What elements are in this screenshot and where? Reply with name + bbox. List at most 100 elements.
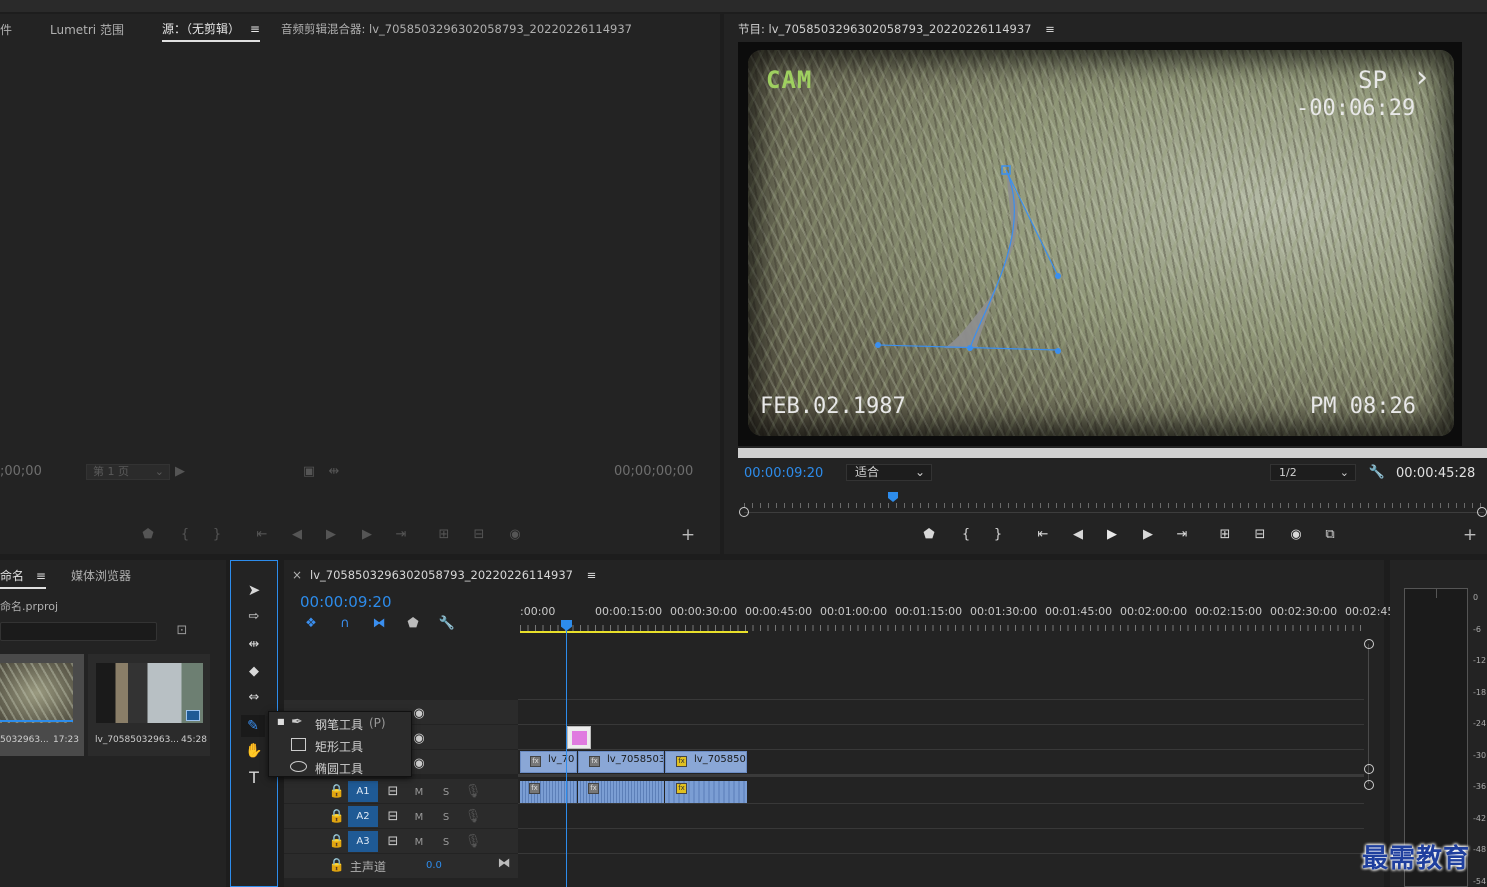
vscroll-handle-bottom[interactable] [1364, 764, 1374, 774]
camera-icon[interactable]: ◉ [506, 528, 524, 542]
export-frame-icon[interactable]: ▣ [300, 465, 318, 479]
mute-button[interactable]: M [410, 786, 428, 800]
go-to-edge-icon[interactable]: ⧓ [495, 857, 513, 871]
tab-project-name[interactable]: 命名 ≡ [0, 567, 46, 589]
track-select-tool-icon[interactable]: ⇨ [245, 610, 263, 624]
step-forward-icon[interactable]: ▶ [358, 528, 376, 542]
monitor-scrollbar[interactable] [738, 448, 1487, 458]
timeline-menu-icon[interactable]: ≡ [587, 568, 597, 582]
project-item[interactable]: 5032963... 17:23 [0, 654, 84, 756]
track-a2-badge[interactable]: A2 [348, 806, 378, 827]
sync-lock-icon[interactable]: ⊟ [384, 785, 402, 799]
master-track-value[interactable]: 0.0 [426, 860, 442, 871]
tab-source[interactable]: 源：（无剪辑） ≡ [162, 20, 260, 42]
vscroll-handle-top[interactable] [1364, 639, 1374, 649]
mark-in-icon[interactable]: { [957, 528, 975, 542]
timeline-close-icon[interactable]: × [292, 568, 302, 582]
page-select[interactable]: 第 1 页 ⌄ [86, 464, 170, 480]
linked-select-icon[interactable]: ⧓ [370, 617, 388, 631]
program-monitor[interactable]: CAM SP › -00:06:29 FEB.02.1987 PM 08:26 [738, 42, 1462, 446]
tab-source-menu-icon[interactable]: ≡ [250, 22, 260, 36]
step-back-icon[interactable]: ◀ [1069, 528, 1087, 542]
source-timecode-right[interactable]: 00;00;00;00 [614, 464, 693, 479]
timeline-vscroll-track[interactable] [1368, 644, 1369, 784]
menu-item-pen-tool[interactable]: ■ ✒ 钢笔工具 (P) [269, 712, 413, 734]
slip-tool-icon[interactable]: ⇔ [245, 691, 263, 705]
program-time-ruler[interactable] [744, 496, 1484, 508]
type-tool-icon[interactable]: T [245, 770, 263, 786]
tab-audio-clip-mixer[interactable]: 音频剪辑混合器: lv_7058503296302058793_20220226… [281, 21, 632, 37]
pen-tool-button[interactable]: ✎ [241, 715, 265, 737]
project-item[interactable]: lv_70585032963... 45:28 [88, 654, 210, 756]
play-icon[interactable]: ▶ [1103, 528, 1121, 542]
go-to-in-icon[interactable]: ⇤ [253, 528, 271, 542]
zoom-handle-left[interactable] [739, 507, 749, 517]
track-a3-badge[interactable]: A3 [348, 831, 378, 852]
mic-icon[interactable]: 🎙 [464, 785, 482, 799]
master-track[interactable] [284, 854, 518, 878]
graphic-clip[interactable] [567, 726, 591, 749]
play-small-icon[interactable]: ▶ [171, 465, 189, 479]
pen-shape[interactable] [748, 50, 1454, 436]
add-button[interactable]: + [1461, 527, 1479, 544]
video-clip[interactable]: fx lv_70 [520, 751, 577, 773]
play-icon[interactable]: ▶ [322, 528, 340, 542]
program-timecode[interactable]: 00:00:09:20 [744, 466, 823, 481]
step-back-icon[interactable]: ◀ [288, 528, 306, 542]
tab-project-menu-icon[interactable]: ≡ [36, 569, 46, 583]
snap-icon[interactable]: ∩ [336, 617, 354, 631]
go-to-out-icon[interactable]: ⇥ [1173, 528, 1191, 542]
extract-icon[interactable]: ⊟ [1251, 528, 1269, 542]
program-title[interactable]: 节目: lv_7058503296302058793_2022022611493… [738, 21, 1055, 37]
new-bin-icon[interactable]: ⊡ [173, 624, 191, 638]
vscroll-handle-audio[interactable] [1364, 780, 1374, 790]
mute-button[interactable]: M [410, 836, 428, 850]
add-button[interactable]: + [679, 527, 697, 544]
timeline-track-area[interactable] [518, 600, 1364, 887]
hand-tool-icon[interactable]: ✋ [245, 744, 263, 758]
lock-icon[interactable]: 🔒 [328, 835, 346, 849]
timeline-playhead-line[interactable] [566, 630, 567, 887]
resolution-select[interactable]: 1/2 ⌄ [1270, 464, 1356, 481]
mic-icon[interactable]: 🎙 [464, 810, 482, 824]
tab-project[interactable]: 件 [0, 21, 12, 38]
nest-icon[interactable]: ❖ [302, 617, 320, 631]
step-forward-icon[interactable]: ▶ [1139, 528, 1157, 542]
fit-select[interactable]: 适合 ⌄ [846, 464, 932, 481]
work-area-bar[interactable] [520, 631, 748, 633]
video-clip[interactable]: fx lv_70585032 [578, 751, 664, 773]
zoom-handle-right[interactable] [1477, 507, 1487, 517]
compare-icon[interactable]: ⧉ [1321, 528, 1339, 542]
marker-icon[interactable]: ⬟ [920, 528, 938, 542]
insert-icon[interactable]: ⊞ [435, 528, 453, 542]
mic-icon[interactable]: 🎙 [464, 835, 482, 849]
timeline-timecode[interactable]: 00:00:09:20 [300, 593, 392, 611]
menu-item-ellipse-tool[interactable]: 椭圆工具 [269, 756, 413, 778]
mark-out-icon[interactable]: } [208, 528, 226, 542]
sync-lock-icon[interactable]: ⊟ [384, 835, 402, 849]
source-timecode-left[interactable]: ;00;00 [0, 464, 42, 479]
video-clip[interactable]: fx lv_7058503 [665, 751, 747, 773]
razor-tool-icon[interactable]: ◆ [245, 665, 263, 679]
settings-fit-icon[interactable]: ⇹ [325, 465, 343, 479]
mute-button[interactable]: M [410, 811, 428, 825]
lock-icon[interactable]: 🔒 [328, 810, 346, 824]
mark-in-icon[interactable]: { [176, 528, 194, 542]
lock-icon[interactable]: 🔒 [328, 859, 346, 873]
tab-media-browser[interactable]: 媒体浏览器 [71, 567, 131, 584]
solo-button[interactable]: S [437, 811, 455, 825]
mark-out-icon[interactable]: } [989, 528, 1007, 542]
timeline-settings-icon[interactable]: 🔧 [438, 617, 456, 631]
timeline-sequence-tab[interactable]: lv_7058503296302058793_20220226114937 ≡ [310, 568, 596, 582]
camera-icon[interactable]: ◉ [1287, 528, 1305, 542]
program-zoom-bar[interactable] [744, 512, 1484, 513]
solo-button[interactable]: S [437, 836, 455, 850]
wrench-icon[interactable]: 🔧 [1368, 466, 1386, 480]
program-menu-icon[interactable]: ≡ [1045, 22, 1055, 36]
lift-icon[interactable]: ⊞ [1216, 528, 1234, 542]
menu-item-rectangle-tool[interactable]: 矩形工具 [269, 734, 413, 756]
ripple-edit-tool-icon[interactable]: ⇹ [245, 638, 263, 652]
lock-icon[interactable]: 🔒 [328, 785, 346, 799]
go-to-in-icon[interactable]: ⇤ [1034, 528, 1052, 542]
overwrite-icon[interactable]: ⊟ [470, 528, 488, 542]
